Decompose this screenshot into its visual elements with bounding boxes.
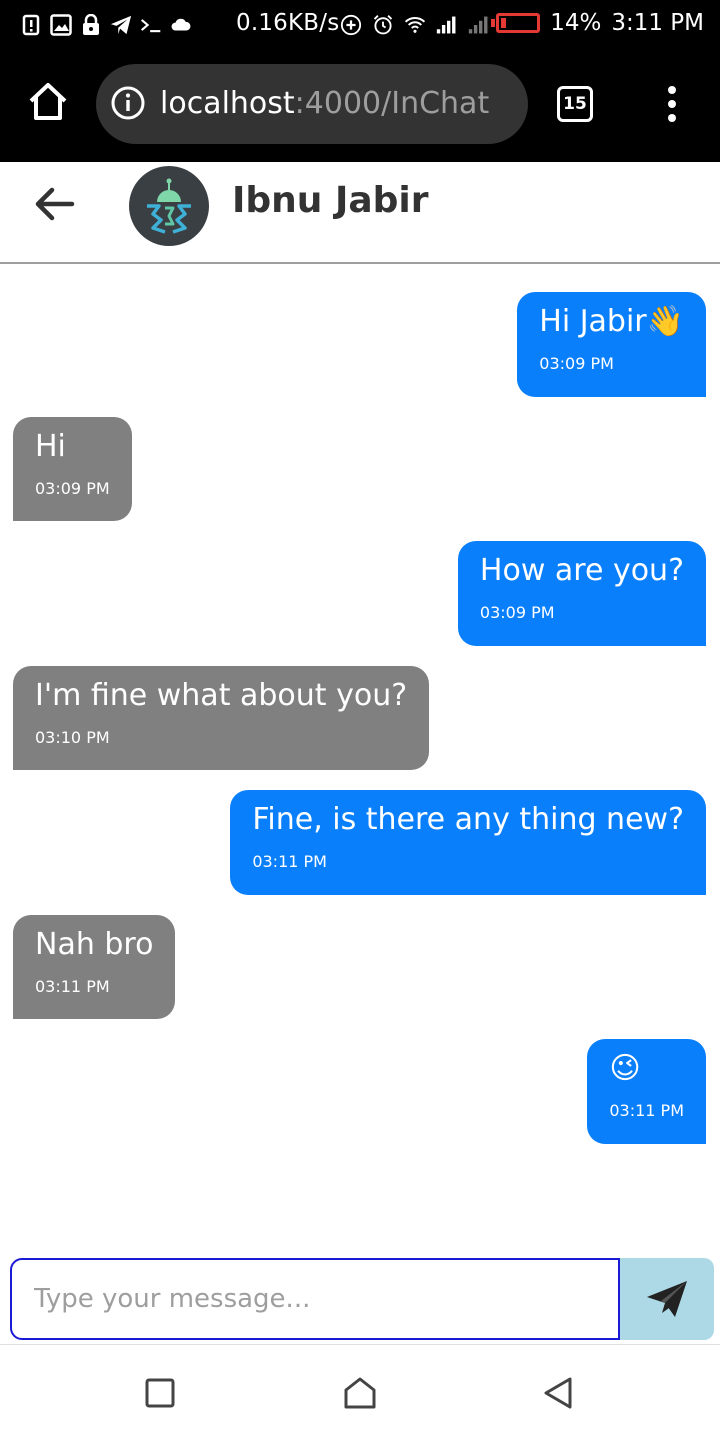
signal-strength-sim2-icon <box>468 14 490 36</box>
cloud-icon <box>170 14 192 36</box>
signal-strength-icon <box>436 14 458 36</box>
message-text: Hi Jabir👋 <box>539 304 684 339</box>
received-message-bubble[interactable]: I'm fine what about you? 03:10 PM <box>13 666 430 770</box>
clock: 3:11 PM <box>611 10 704 36</box>
nav-home-button[interactable] <box>340 1373 380 1413</box>
message-timestamp: 03:09 PM <box>35 479 110 498</box>
paper-plane-icon <box>647 1281 687 1317</box>
status-bar: 0.16KB/s 14% 3:11 PM <box>0 0 720 50</box>
system-icons <box>340 11 490 39</box>
data-saver-icon <box>340 14 362 36</box>
mosque-logo-icon <box>147 178 191 234</box>
chat-header: Ibnu Jabir <box>0 162 720 264</box>
notification-icons <box>20 10 192 40</box>
image-icon <box>50 14 72 36</box>
message-timestamp: 03:09 PM <box>539 354 614 373</box>
alarm-icon <box>372 14 394 36</box>
wifi-icon <box>404 14 426 36</box>
send-button[interactable] <box>620 1258 714 1340</box>
square-icon <box>145 1378 175 1408</box>
browser-home-button[interactable] <box>26 80 70 124</box>
url-host: localhost <box>160 86 295 121</box>
message-text: Hi <box>35 429 66 464</box>
message-timestamp: 03:11 PM <box>252 852 327 871</box>
nav-back-button[interactable] <box>538 1373 578 1413</box>
network-speed: 0.16KB/s <box>236 10 340 36</box>
home-icon <box>29 83 67 120</box>
received-message-bubble[interactable]: Nah bro 03:11 PM <box>13 915 176 1019</box>
battery-alert-icon <box>20 14 42 36</box>
address-bar[interactable]: localhost:4000/InChat <box>96 64 528 144</box>
more-vert-icon[interactable] <box>664 86 680 126</box>
arrow-left-icon <box>35 187 75 221</box>
received-message-bubble[interactable]: Hi 03:09 PM <box>13 417 132 521</box>
message-timestamp: 03:10 PM <box>35 728 110 747</box>
terminal-icon <box>140 14 162 36</box>
sent-message-bubble[interactable]: Hi Jabir👋 03:09 PM <box>517 292 706 397</box>
sent-message-bubble[interactable]: 😉 03:11 PM <box>587 1039 706 1144</box>
message-timestamp: 03:11 PM <box>609 1101 684 1120</box>
lock-icon <box>80 14 102 36</box>
tab-switcher-button[interactable]: 15 <box>557 86 593 122</box>
tab-count: 15 <box>563 94 587 114</box>
message-timestamp: 03:09 PM <box>479 603 555 622</box>
sent-message-bubble[interactable]: How are you? 03:09 PM <box>457 541 706 646</box>
message-text: I'm fine what about you? <box>35 678 408 713</box>
url-text[interactable]: localhost:4000/InChat <box>160 86 489 121</box>
status-right: 14% 3:11 PM <box>491 10 704 36</box>
info-icon[interactable] <box>110 85 146 121</box>
message-text: 😉 <box>609 1051 641 1086</box>
message-text: Fine, is there any thing new? <box>252 802 684 837</box>
battery-level <box>501 18 507 28</box>
battery-percent: 14% <box>550 10 602 36</box>
battery-icon <box>491 13 541 33</box>
nav-recents-button[interactable] <box>140 1373 180 1413</box>
message-list: Hi Jabir👋 03:09 PM Hi 03:09 PM How are you? 0… <box>0 264 720 1254</box>
browser-toolbar: localhost:4000/InChat 15 <box>0 50 720 162</box>
message-timestamp: 03:11 PM <box>35 977 110 996</box>
message-text: Nah bro <box>35 927 154 962</box>
triangle-back-icon <box>544 1377 572 1409</box>
back-button[interactable] <box>32 184 78 224</box>
telegram-icon <box>110 14 132 36</box>
message-input[interactable] <box>10 1258 620 1340</box>
avatar[interactable] <box>129 166 209 246</box>
url-path: :4000/InChat <box>294 86 490 121</box>
composer <box>10 1258 714 1340</box>
system-nav-bar <box>0 1344 720 1440</box>
home-outline-icon <box>344 1377 376 1409</box>
message-text: How are you? <box>479 553 684 588</box>
contact-name: Ibnu Jabir <box>232 180 429 221</box>
sent-message-bubble[interactable]: Fine, is there any thing new? 03:11 PM <box>230 790 706 895</box>
